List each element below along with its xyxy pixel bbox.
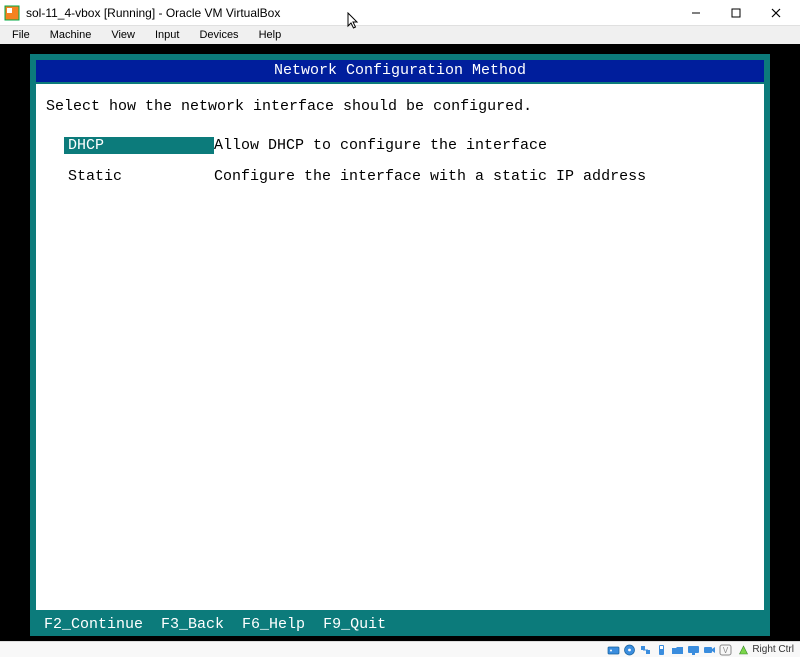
option-static-label: Static — [64, 168, 214, 185]
hard-disk-icon[interactable] — [606, 643, 620, 656]
option-static-desc: Configure the interface with a static IP… — [214, 168, 754, 185]
display-icon[interactable] — [686, 643, 700, 656]
menu-help[interactable]: Help — [251, 28, 290, 42]
app-icon — [4, 5, 20, 21]
optical-drive-icon[interactable] — [622, 643, 636, 656]
menu-view[interactable]: View — [103, 28, 143, 42]
footer-f3-back[interactable]: F3_Back — [161, 616, 224, 633]
option-dhcp-label: DHCP — [64, 137, 214, 154]
installer-body: Select how the network interface should … — [36, 84, 764, 610]
installer-instruction: Select how the network interface should … — [46, 98, 754, 115]
footer-f6-help[interactable]: F6_Help — [242, 616, 305, 633]
menu-input[interactable]: Input — [147, 28, 187, 42]
option-dhcp-desc: Allow DHCP to configure the interface — [214, 137, 754, 154]
usb-icon[interactable] — [654, 643, 668, 656]
window-titlebar: sol-11_4-vbox [Running] - Oracle VM Virt… — [0, 0, 800, 26]
keyboard-indicator-icon — [738, 645, 749, 655]
vm-display[interactable]: Network Configuration Method Select how … — [0, 44, 800, 641]
window-title: sol-11_4-vbox [Running] - Oracle VM Virt… — [26, 6, 280, 20]
footer-f9-quit[interactable]: F9_Quit — [323, 616, 386, 633]
host-key-label: Right Ctrl — [752, 644, 794, 655]
option-dhcp[interactable]: DHCP Allow DHCP to configure the interfa… — [46, 137, 754, 154]
svg-text:V: V — [723, 646, 729, 655]
footer-f2-continue[interactable]: F2_Continue — [44, 616, 143, 633]
option-static[interactable]: Static Configure the interface with a st… — [46, 168, 754, 185]
menubar: File Machine View Input Devices Help — [0, 26, 800, 44]
maximize-button[interactable] — [716, 0, 756, 26]
shared-folders-icon[interactable] — [670, 643, 684, 656]
menu-devices[interactable]: Devices — [191, 28, 246, 42]
recording-icon[interactable] — [702, 643, 716, 656]
minimize-button[interactable] — [676, 0, 716, 26]
vbox-statusbar: V Right Ctrl — [0, 641, 800, 657]
installer-footer: F2_Continue F3_Back F6_Help F9_Quit — [36, 614, 764, 634]
close-button[interactable] — [756, 0, 796, 26]
installer-header: Network Configuration Method — [36, 60, 764, 82]
menu-file[interactable]: File — [4, 28, 38, 42]
guest-additions-icon[interactable]: V — [718, 643, 732, 656]
installer-screen: Network Configuration Method Select how … — [30, 54, 770, 636]
network-icon[interactable] — [638, 643, 652, 656]
host-key-indicator[interactable]: Right Ctrl — [734, 644, 796, 655]
menu-machine[interactable]: Machine — [42, 28, 100, 42]
